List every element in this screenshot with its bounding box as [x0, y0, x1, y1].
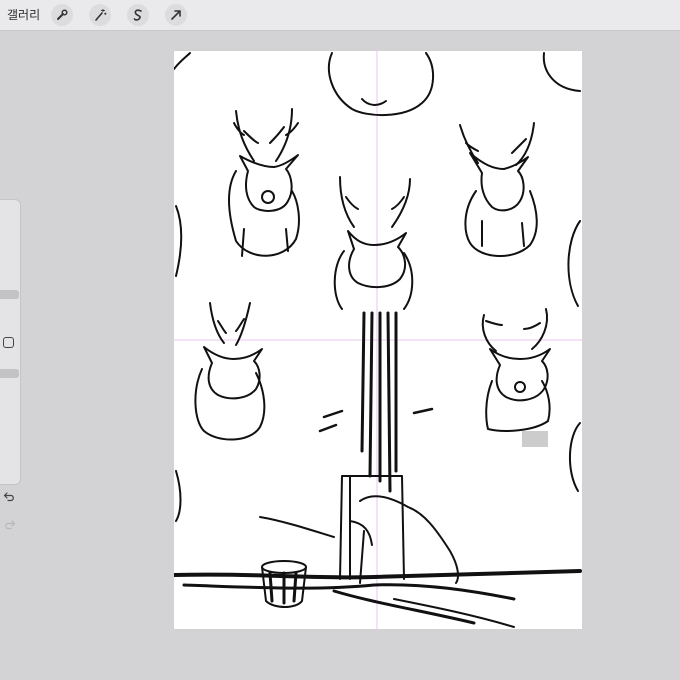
- deer-head-top-left: [228, 108, 300, 257]
- deer-head-right: [481, 308, 551, 432]
- brush-size-slider[interactable]: [0, 290, 19, 299]
- deer-head-left: [194, 302, 266, 441]
- top-toolbar: 갤러리: [0, 0, 680, 31]
- magic-wand-icon: [95, 9, 107, 21]
- left-sidebar: [0, 199, 21, 530]
- square-icon[interactable]: [3, 337, 14, 348]
- wrench-icon: [57, 9, 68, 20]
- selection-icon: [133, 9, 142, 21]
- selection-button[interactable]: [127, 4, 149, 26]
- sketch-artwork: [174, 51, 582, 629]
- transform-button[interactable]: [165, 4, 187, 26]
- opacity-slider[interactable]: [0, 369, 19, 378]
- undo-icon[interactable]: [3, 490, 16, 503]
- central-figure: [339, 311, 459, 584]
- deer-head-top-right: [459, 122, 538, 258]
- transform-arrow-icon: [171, 10, 181, 20]
- paint-bucket: [261, 560, 307, 608]
- gallery-button[interactable]: 갤러리: [7, 6, 40, 23]
- redo-icon[interactable]: [3, 518, 16, 531]
- adjustments-button[interactable]: [89, 4, 111, 26]
- shading-patch: [522, 431, 548, 447]
- actions-button[interactable]: [51, 4, 73, 26]
- drawing-canvas[interactable]: [174, 51, 582, 629]
- deer-head-center: [333, 176, 414, 310]
